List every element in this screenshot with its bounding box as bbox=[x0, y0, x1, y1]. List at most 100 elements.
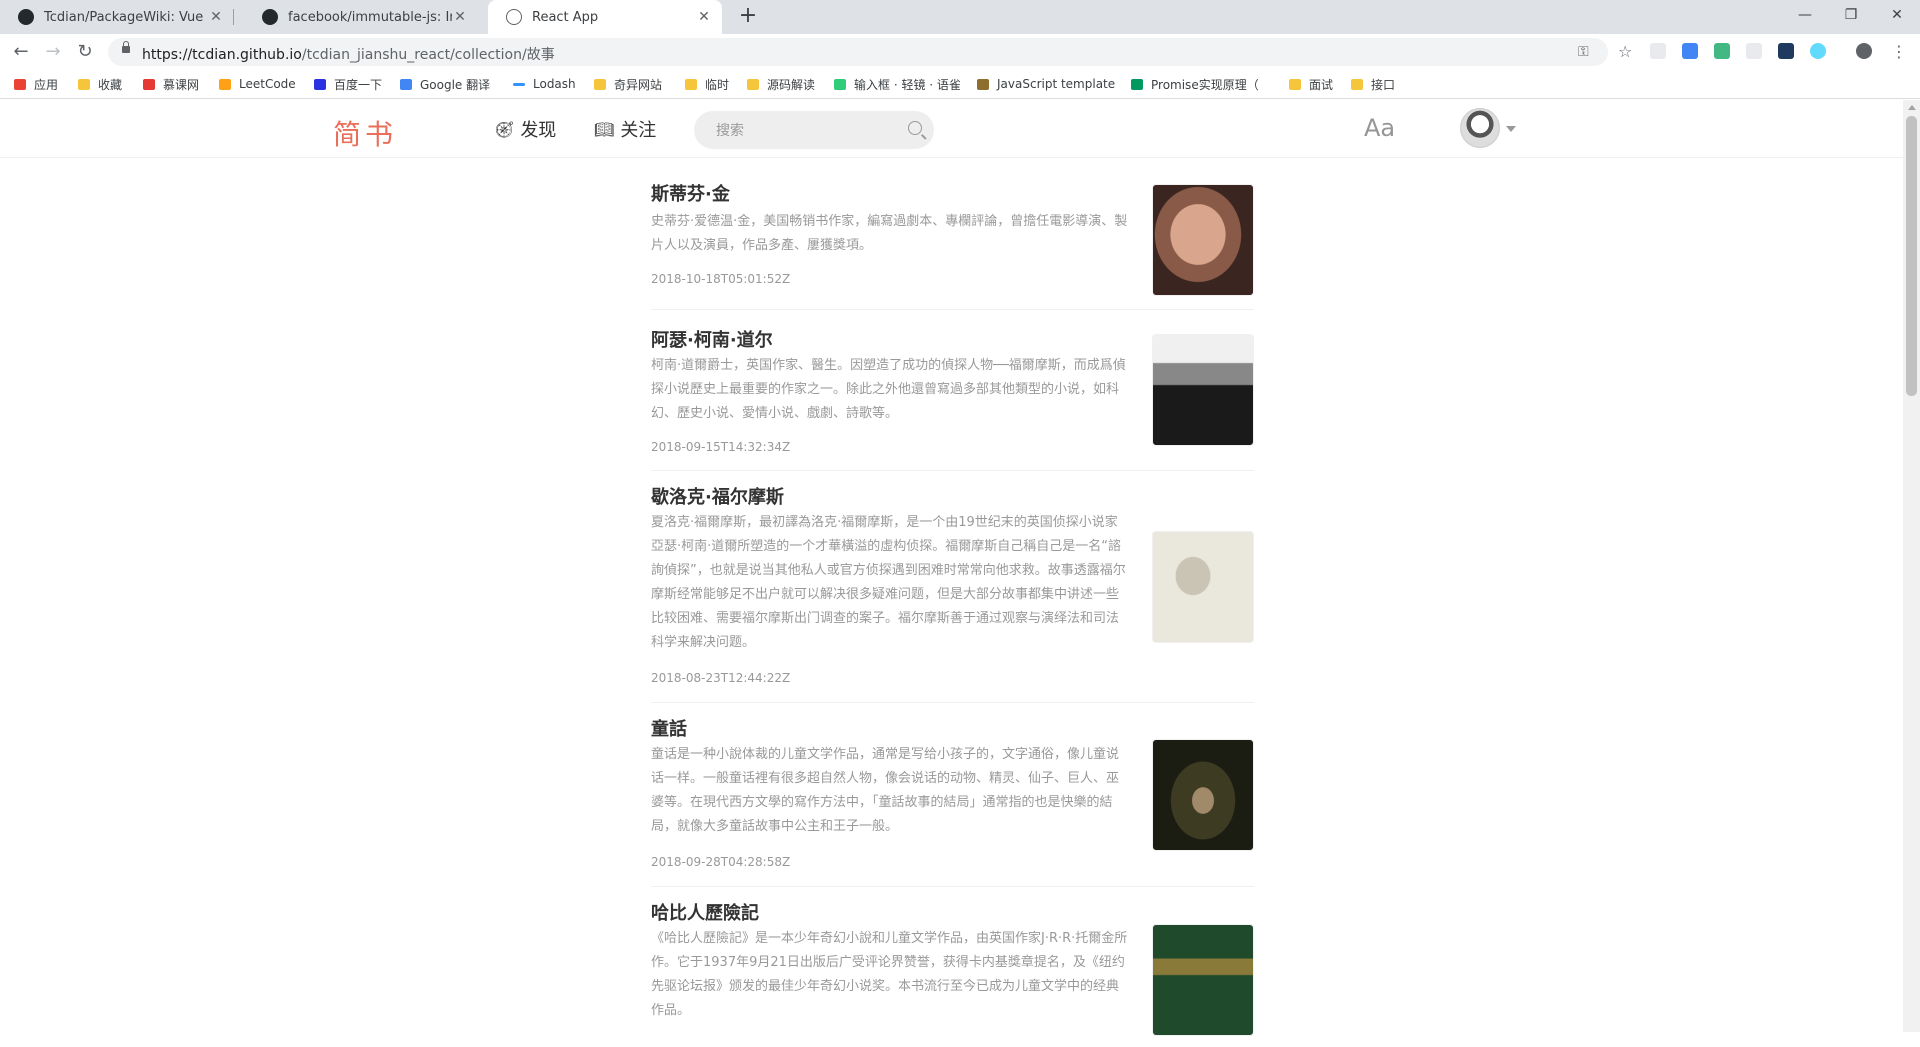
translate-icon[interactable] bbox=[1682, 43, 1698, 59]
close-icon[interactable]: ✕ bbox=[452, 9, 468, 25]
folder-icon bbox=[747, 78, 759, 90]
article-date: 2018-08-23T12:44:22Z bbox=[651, 671, 791, 685]
tab-title: facebook/immutable-js: Immu bbox=[288, 9, 452, 25]
react-devtools-icon[interactable] bbox=[1810, 43, 1826, 59]
baidu-icon bbox=[314, 78, 326, 90]
bookmark-apps[interactable]: 应用 bbox=[14, 75, 58, 93]
article-date: 2018-09-15T14:32:34Z bbox=[651, 440, 791, 454]
bookmark[interactable]: JavaScript template bbox=[977, 75, 1115, 93]
tab-title: React App bbox=[532, 9, 599, 25]
url-text[interactable]: https://tcdian.github.io/tcdian_jianshu_… bbox=[142, 44, 555, 64]
article-thumbnail[interactable] bbox=[1152, 924, 1254, 1036]
article-abstract: 柯南·道爾爵士，英国作家、醫生。因塑造了成功的偵探人物──福爾摩斯，而成爲偵探小… bbox=[651, 358, 1126, 421]
folder-icon bbox=[78, 78, 90, 90]
bookmark-folder[interactable]: 收藏 bbox=[78, 75, 122, 93]
folder-icon bbox=[1351, 78, 1363, 90]
article-thumbnail[interactable] bbox=[1152, 531, 1254, 643]
search-box bbox=[694, 111, 934, 149]
article-thumbnail[interactable] bbox=[1152, 739, 1254, 851]
nav-follow[interactable]: 📖︎ 关注 bbox=[594, 116, 656, 142]
page-scrollbar[interactable] bbox=[1903, 100, 1920, 1032]
yuque-icon bbox=[834, 78, 846, 90]
bookmark-folder[interactable]: 源码解读 bbox=[747, 75, 815, 93]
apps-icon bbox=[14, 78, 26, 90]
leetcode-icon bbox=[219, 78, 231, 90]
bookmark-folder[interactable]: 面试 bbox=[1289, 75, 1333, 93]
bookmark[interactable]: Lodash bbox=[513, 75, 576, 93]
bookmark[interactable]: 百度一下 bbox=[314, 75, 382, 93]
article-title[interactable]: 哈比人歷險記 bbox=[651, 899, 759, 925]
minimize-button[interactable]: — bbox=[1782, 0, 1828, 30]
bookmark-folder[interactable]: 接口 bbox=[1351, 75, 1395, 93]
article-thumbnail[interactable] bbox=[1152, 334, 1254, 446]
bookmark[interactable]: LeetCode bbox=[219, 75, 296, 93]
article-item: 斯蒂芬·金 史蒂芬·爱德温·金，美国畅销书作家，編寫過劇本、專欄評論，曾擔任電影… bbox=[651, 158, 1254, 310]
nav-discover[interactable]: 🧭︎ 发现 bbox=[494, 116, 556, 142]
article-title[interactable]: 童話 bbox=[651, 715, 687, 741]
scroll-up-icon[interactable] bbox=[1908, 105, 1916, 110]
compass-icon: 🧭︎ bbox=[494, 119, 515, 139]
article-date: 2018-10-18T05:01:52Z bbox=[651, 272, 791, 286]
search-input[interactable] bbox=[714, 120, 898, 142]
react-icon bbox=[506, 9, 522, 25]
chevron-down-icon[interactable] bbox=[1506, 126, 1516, 132]
browser-tab[interactable]: facebook/immutable-js: Immu ✕ bbox=[244, 0, 478, 34]
article-title[interactable]: 歇洛克·福尔摩斯 bbox=[651, 483, 784, 509]
article-title[interactable]: 斯蒂芬·金 bbox=[651, 180, 730, 206]
bookmarks-bar: 应用 收藏 慕课网 LeetCode 百度一下 Google 翻译 Lodash… bbox=[0, 69, 1920, 99]
browser-tab[interactable]: Tcdian/PackageWiki: Vue Pack ✕ bbox=[0, 0, 234, 34]
browser-toolbar: ← → ↻ https://tcdian.github.io/tcdian_ji… bbox=[0, 34, 1920, 69]
imooc-icon bbox=[143, 78, 155, 90]
forward-button[interactable]: → bbox=[40, 39, 66, 65]
menu-icon[interactable]: ⋮ bbox=[1886, 39, 1912, 65]
bookmark[interactable]: 输入框 · 轻镜 · 语雀 bbox=[834, 75, 961, 93]
lodash-icon bbox=[513, 82, 525, 86]
star-icon[interactable]: ☆ bbox=[1618, 42, 1632, 61]
folder-icon bbox=[594, 78, 606, 90]
address-bar[interactable]: https://tcdian.github.io/tcdian_jianshu_… bbox=[108, 38, 1632, 66]
window-close-button[interactable]: ✕ bbox=[1874, 0, 1920, 30]
browser-tab-bar: Tcdian/PackageWiki: Vue Pack ✕ facebook/… bbox=[0, 0, 1920, 34]
article-abstract: 《哈比人歷險記》是一本少年奇幻小說和儿童文学作品，由英国作家J·R·R·托爾金所… bbox=[651, 931, 1128, 1018]
article-item: 童話 童话是一种小說体裁的儿童文学作品，通常是写给小孩子的，文字通俗，像儿童说话… bbox=[651, 703, 1254, 887]
extension-icon[interactable] bbox=[1650, 43, 1666, 59]
extension-icon[interactable] bbox=[1778, 43, 1794, 59]
new-tab-button[interactable]: + bbox=[736, 5, 760, 29]
close-icon[interactable]: ✕ bbox=[208, 9, 224, 25]
github-icon bbox=[18, 9, 34, 25]
reload-button[interactable]: ↻ bbox=[72, 39, 98, 65]
site-logo[interactable]: 简书 bbox=[333, 113, 397, 153]
tab-title: Tcdian/PackageWiki: Vue Pack bbox=[44, 9, 208, 25]
back-button[interactable]: ← bbox=[8, 39, 34, 65]
article-abstract: 童话是一种小說体裁的儿童文学作品，通常是写给小孩子的，文字通俗，像儿童说话一样。… bbox=[651, 747, 1120, 834]
search-icon[interactable] bbox=[908, 121, 922, 135]
site-header: 简书 🧭︎ 发现 📖︎ 关注 Aa bbox=[0, 100, 1903, 158]
segmentfault-icon bbox=[1131, 78, 1143, 90]
article-list: 斯蒂芬·金 史蒂芬·爱德温·金，美国畅销书作家，編寫過劇本、專欄評論，曾擔任電影… bbox=[651, 158, 1254, 1047]
github-icon bbox=[262, 9, 278, 25]
maximize-button[interactable]: ❐ bbox=[1828, 0, 1874, 30]
scrollbar-thumb[interactable] bbox=[1906, 116, 1917, 396]
article-title[interactable]: 阿瑟·柯南·道尔 bbox=[651, 326, 773, 352]
bookmark[interactable]: 慕课网 bbox=[143, 75, 199, 93]
bookmark-icon bbox=[977, 78, 989, 90]
google-translate-icon bbox=[400, 78, 412, 90]
bookmark[interactable]: Promise实现原理（ bbox=[1131, 75, 1259, 93]
avatar[interactable] bbox=[1460, 108, 1500, 148]
article-abstract: 史蒂芬·爱德温·金，美国畅销书作家，編寫過劇本、專欄評論，曾擔任電影導演、製片人… bbox=[651, 214, 1128, 253]
article-item: 阿瑟·柯南·道尔 柯南·道爾爵士，英国作家、醫生。因塑造了成功的偵探人物──福爾… bbox=[651, 310, 1254, 471]
browser-tab-active[interactable]: React App ✕ bbox=[488, 0, 722, 34]
close-icon[interactable]: ✕ bbox=[696, 9, 712, 25]
article-thumbnail[interactable] bbox=[1152, 184, 1254, 296]
bookmark[interactable]: Google 翻译 bbox=[400, 75, 490, 93]
bookmark-folder[interactable]: 临时 bbox=[685, 75, 729, 93]
vue-devtools-icon[interactable] bbox=[1714, 43, 1730, 59]
key-icon[interactable]: ⚿ bbox=[1578, 44, 1589, 60]
article-date: 2018-09-28T04:28:58Z bbox=[651, 855, 791, 869]
font-settings-button[interactable]: Aa bbox=[1364, 114, 1395, 142]
book-icon: 📖︎ bbox=[594, 119, 615, 139]
json-icon[interactable] bbox=[1746, 43, 1762, 59]
folder-icon bbox=[1289, 78, 1301, 90]
bookmark-folder[interactable]: 奇异网站 bbox=[594, 75, 662, 93]
profile-icon[interactable] bbox=[1856, 43, 1872, 59]
